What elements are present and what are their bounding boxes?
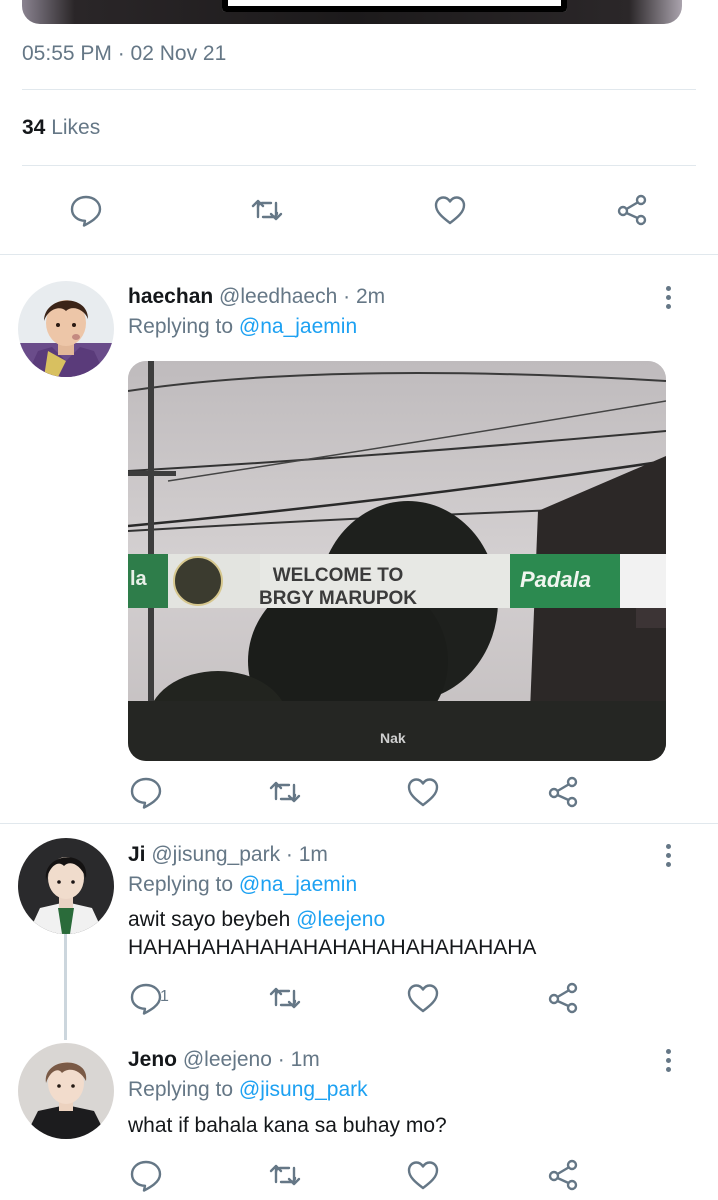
timestamp: · 1m <box>285 843 328 866</box>
retweet-button[interactable] <box>263 1153 307 1197</box>
replying-to: Replying to @jisung_park <box>128 1078 368 1102</box>
reply-icon <box>130 777 162 809</box>
tweet-header: haechan @leedhaech · 2m <box>128 285 385 309</box>
mention-link[interactable]: @leejeno <box>296 908 385 931</box>
timestamp: · 1m <box>277 1048 320 1071</box>
reply-button[interactable] <box>124 770 168 814</box>
replying-handle[interactable]: @na_jaemin <box>239 873 357 896</box>
more-icon <box>665 1048 671 1054</box>
tweet-actions <box>0 1153 718 1197</box>
more-button[interactable] <box>656 279 680 315</box>
retweet-button[interactable] <box>245 188 289 232</box>
avatar[interactable] <box>18 838 114 934</box>
main-tweet-actions <box>0 188 718 232</box>
replying-handle[interactable]: @jisung_park <box>239 1078 368 1101</box>
divider <box>0 823 718 824</box>
sign-right-text: Padala <box>520 567 591 592</box>
main-tweet-media[interactable] <box>22 0 682 24</box>
more-button[interactable] <box>656 837 680 873</box>
replying-label: Replying to <box>128 1078 234 1101</box>
like-button[interactable] <box>428 188 472 232</box>
reply-button[interactable] <box>64 188 108 232</box>
share-button[interactable] <box>610 188 654 232</box>
share-button[interactable] <box>541 770 585 814</box>
share-button[interactable] <box>541 976 585 1020</box>
tweet-text: awit sayo beybeh @leejeno HAHAHAHAHAHAHA… <box>128 906 536 962</box>
more-button[interactable] <box>656 1042 680 1078</box>
display-name[interactable]: haechan <box>128 285 213 308</box>
heart-icon <box>434 196 466 225</box>
more-icon <box>665 843 671 849</box>
likes-label: Likes <box>51 116 101 139</box>
sign-line-1: WELCOME TO <box>273 565 404 586</box>
retweet-button[interactable] <box>263 976 307 1020</box>
likes-link[interactable]: 34 Likes <box>22 116 100 140</box>
tweet-header: Jeno @leejeno · 1m <box>128 1048 320 1072</box>
reply-icon <box>70 195 102 227</box>
sign-line-2: BRGY MARUPOK <box>259 588 417 609</box>
retweet-icon <box>269 1164 301 1186</box>
share-icon <box>548 776 578 808</box>
likes-count: 34 <box>22 116 46 139</box>
reply-button[interactable] <box>124 1153 168 1197</box>
like-button[interactable] <box>401 1153 445 1197</box>
share-button[interactable] <box>541 1153 585 1197</box>
media-caption-remnant <box>222 0 567 12</box>
divider <box>22 89 696 90</box>
heart-icon <box>407 984 439 1013</box>
avatar[interactable] <box>18 1043 114 1139</box>
retweet-button[interactable] <box>263 770 307 814</box>
replying-to: Replying to @na_jaemin <box>128 873 357 897</box>
reply-count: 1 <box>160 988 169 1005</box>
display-name[interactable]: Jeno <box>128 1048 177 1071</box>
share-icon <box>548 982 578 1014</box>
retweet-icon <box>269 781 301 803</box>
replying-label: Replying to <box>128 315 234 338</box>
handle[interactable]: @jisung_park <box>151 843 280 866</box>
tweet-media-image[interactable]: la WELCOME TO BRGY MARUPOK Padala Nak <box>128 361 666 761</box>
media-watermark: Nak <box>380 730 406 746</box>
divider <box>22 165 696 166</box>
tweet-text-line2: HAHAHAHAHAHAHAHAHAHAHAHAHAHA <box>128 936 537 959</box>
reply-icon <box>130 983 162 1015</box>
like-button[interactable] <box>401 770 445 814</box>
divider <box>0 254 718 255</box>
more-icon <box>665 285 671 291</box>
retweet-icon <box>269 987 301 1009</box>
retweet-icon <box>251 199 283 221</box>
replying-to: Replying to @na_jaemin <box>128 315 357 339</box>
share-icon <box>548 1159 578 1191</box>
handle[interactable]: @leejeno <box>183 1048 272 1071</box>
heart-icon <box>407 778 439 807</box>
tweet-text-prefix: awit sayo beybeh <box>128 908 291 931</box>
avatar[interactable] <box>18 281 114 377</box>
sign-left-text: la <box>130 568 148 590</box>
handle[interactable]: @leedhaech <box>219 285 337 308</box>
like-button[interactable] <box>401 976 445 1020</box>
tweet-header: Ji @jisung_park · 1m <box>128 843 328 867</box>
reply-button[interactable]: 1 <box>124 976 169 1020</box>
tweet-actions: 1 <box>0 976 718 1020</box>
share-icon <box>617 194 647 226</box>
heart-icon <box>407 1161 439 1190</box>
replying-label: Replying to <box>128 873 234 896</box>
replying-handle[interactable]: @na_jaemin <box>239 315 357 338</box>
display-name[interactable]: Ji <box>128 843 146 866</box>
tweet-text: what if bahala kana sa buhay mo? <box>128 1114 447 1137</box>
timestamp: · 2m <box>343 285 386 308</box>
reply-icon <box>130 1160 162 1192</box>
tweet-actions <box>0 770 718 814</box>
tweet-timestamp: 05:55 PM · 02 Nov 21 <box>22 42 227 65</box>
